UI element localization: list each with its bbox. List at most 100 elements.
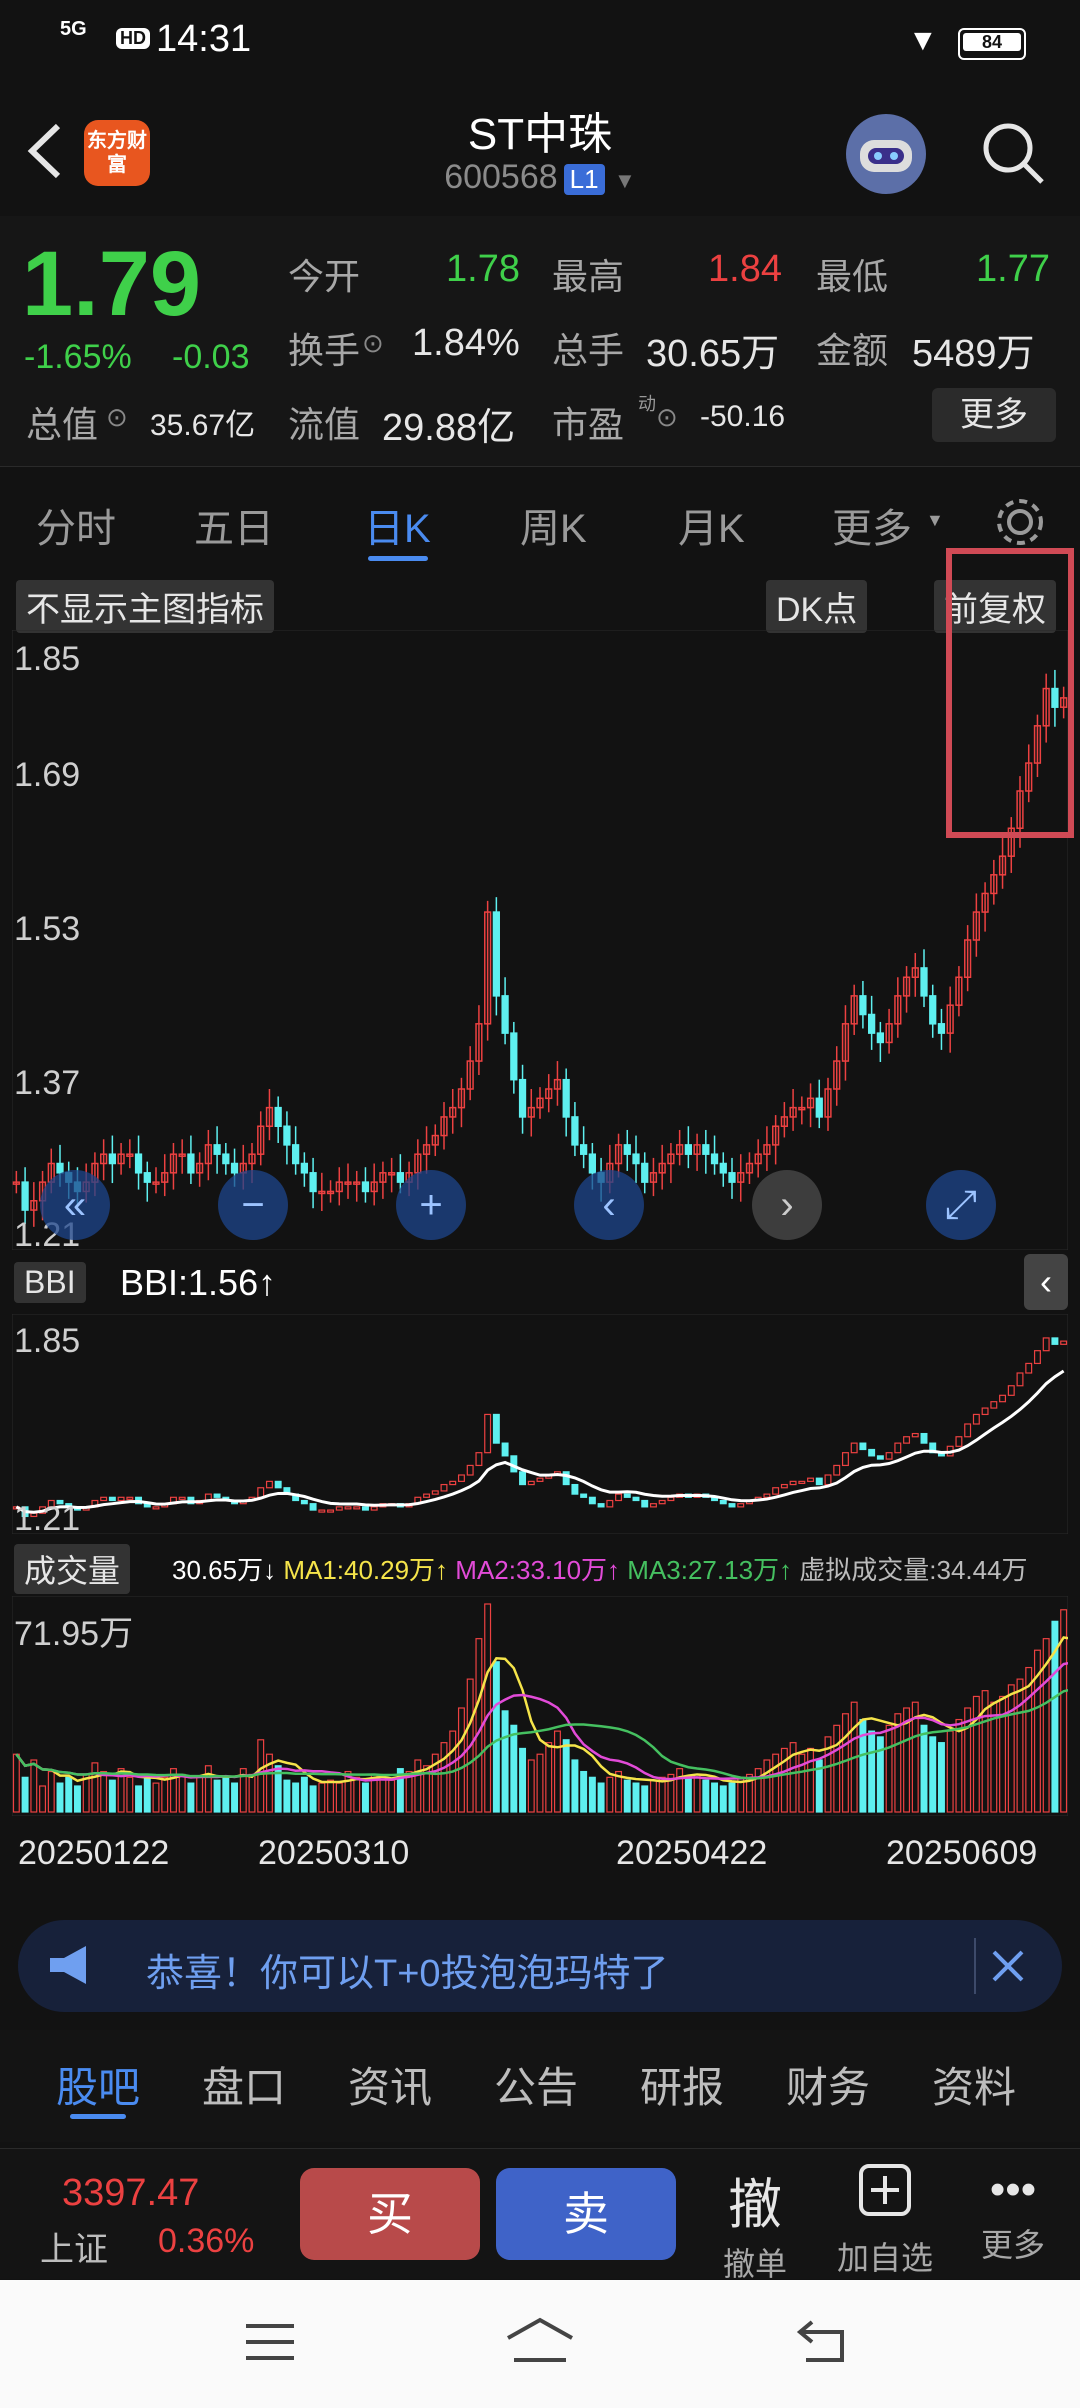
volume-indicator-select[interactable]: 成交量 (14, 1544, 131, 1594)
megaphone-icon (46, 1942, 96, 1993)
tab-more[interactable]: 更多 (832, 496, 912, 554)
candle (728, 1172, 736, 1183)
volume-bar (571, 1759, 579, 1813)
index-ticker[interactable]: 3397.47 上证 0.36% (40, 2172, 280, 2269)
fullscreen-icon[interactable]: ⤢ (926, 1170, 996, 1240)
dk-point-button[interactable]: DK点 (766, 580, 868, 633)
bbi-candle (955, 1436, 963, 1447)
bbi-candle (562, 1471, 570, 1486)
tab-intraday[interactable]: 分时 (36, 496, 116, 554)
tab-five-day[interactable]: 五日 (194, 496, 274, 554)
bbi-candle (632, 1496, 640, 1502)
close-icon[interactable] (974, 1938, 1036, 1994)
bbi-candle (536, 1477, 544, 1482)
volume-bar (876, 1736, 884, 1813)
tab-orderbook[interactable]: 盘口 (202, 2054, 286, 2115)
bbi-candle (894, 1442, 902, 1454)
add-watchlist-button[interactable]: 加自选 (830, 2160, 940, 2279)
buy-button[interactable]: 买 (300, 2168, 480, 2260)
volume-bar (929, 1736, 937, 1813)
candle (309, 1172, 317, 1193)
home-icon[interactable] (504, 2316, 576, 2371)
candle (492, 911, 500, 997)
zoom-in-icon[interactable]: + (396, 1170, 466, 1240)
bbi-select[interactable]: BBI (14, 1262, 86, 1303)
collapse-panel-button[interactable]: ‹ (1024, 1254, 1068, 1310)
scroll-right-icon[interactable]: › (752, 1170, 822, 1240)
bbi-candle (440, 1483, 448, 1492)
more-label: 更多 (980, 2227, 1045, 2263)
back-nav-icon[interactable] (796, 2318, 852, 2369)
search-icon[interactable] (980, 120, 1046, 191)
bbi-candle (571, 1483, 579, 1495)
volume-bar (213, 1779, 221, 1813)
candle (187, 1153, 195, 1174)
bbi-candle (990, 1401, 998, 1409)
scroll-left-fast-icon[interactable]: « (40, 1170, 110, 1240)
candlestick-chart[interactable] (12, 630, 1068, 1250)
candle (859, 995, 867, 1016)
tab-daily-k[interactable]: 日K (364, 496, 431, 554)
tab-news[interactable]: 资讯 (348, 2054, 432, 2115)
tab-guba[interactable]: 股吧 (56, 2054, 140, 2115)
sell-button[interactable]: 卖 (496, 2168, 676, 2260)
pe-value: -50.16 (700, 400, 786, 433)
x-tick: 20250609 (886, 1834, 1038, 1872)
volume-bar (763, 1759, 771, 1813)
zoom-out-icon[interactable]: − (218, 1170, 288, 1240)
volume-bar (248, 1773, 256, 1813)
candle (588, 1153, 596, 1174)
bbi-chart (12, 1314, 1068, 1534)
volume-bar (12, 1753, 20, 1813)
tab-monthly-k[interactable]: 月K (678, 496, 745, 554)
bbi-candle (274, 1480, 282, 1489)
volume-bar (859, 1718, 867, 1813)
volume-bar (754, 1768, 762, 1813)
bbi-candle (501, 1442, 509, 1457)
volume-bar (361, 1782, 369, 1813)
volume-bar (632, 1782, 640, 1813)
info-icon[interactable]: ⊙ (656, 402, 678, 433)
bbi-bottom-tick: 1.21 (14, 1500, 81, 1538)
candle (684, 1144, 692, 1155)
scroll-left-icon[interactable]: ‹ (574, 1170, 644, 1240)
info-icon[interactable]: ⊙ (106, 402, 128, 433)
bbi-candle (117, 1496, 125, 1502)
float-label: 流值 (288, 404, 361, 445)
volume-bar (772, 1753, 780, 1813)
bbi-candle (737, 1503, 745, 1508)
volume-bar (475, 1638, 483, 1813)
volume-bar (955, 1718, 963, 1813)
tab-weekly-k[interactable]: 周K (520, 496, 587, 554)
tab-finance[interactable]: 财务 (786, 2054, 870, 2115)
open-value: 1.78 (446, 248, 520, 290)
hd-badge: HD (116, 28, 150, 49)
menu-icon[interactable] (244, 2320, 296, 2371)
battery-icon: 84 (958, 28, 1026, 60)
ma3-line (15, 1688, 1068, 1780)
volume-bar (711, 1782, 719, 1813)
more-button[interactable]: ••• 更多 (958, 2160, 1068, 2266)
tab-announcements[interactable]: 公告 (494, 2054, 578, 2115)
main-indicator-select[interactable]: 不显示主图指标 (16, 580, 274, 633)
candle (510, 1032, 518, 1081)
pct-change: -1.65% (24, 338, 132, 376)
volume-bar (73, 1785, 81, 1813)
volume-bar (379, 1776, 387, 1813)
volume-bar (21, 1776, 29, 1813)
caret-down-icon: ▼ (614, 168, 636, 193)
candle (300, 1162, 308, 1174)
pe-label: 市盈 (552, 404, 625, 445)
volume-bar (580, 1770, 588, 1813)
gear-icon[interactable] (992, 494, 1048, 555)
volume-bar (231, 1782, 239, 1813)
bbi-candle (859, 1442, 867, 1451)
more-quote-button[interactable]: 更多 (932, 388, 1056, 442)
tab-research[interactable]: 研报 (640, 2054, 724, 2115)
info-icon[interactable]: ⊙ (362, 328, 384, 359)
tab-profile[interactable]: 资料 (932, 2054, 1016, 2115)
cancel-order-button[interactable]: 撤 撤单 (700, 2160, 810, 2285)
volume-bar (152, 1782, 160, 1813)
level-badge: L1 (563, 164, 605, 195)
robot-avatar[interactable] (846, 114, 926, 194)
